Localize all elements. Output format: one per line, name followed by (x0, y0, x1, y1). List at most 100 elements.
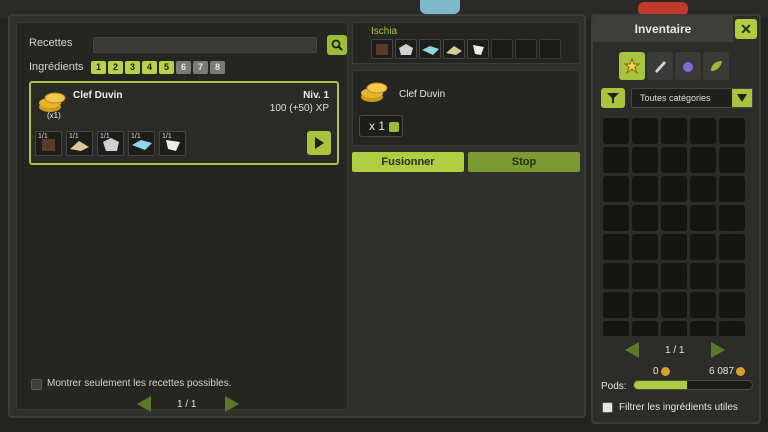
prev-page-arrow-icon[interactable] (137, 396, 151, 412)
ingredient-count-filter: 1 2 3 4 5 6 7 8 (91, 61, 225, 74)
recipes-pane: Recettes Ingrédients 1 2 3 4 5 6 7 8 (x1… (16, 22, 348, 412)
ingredient-count-5[interactable]: 5 (159, 61, 174, 74)
tab-favorites-star-icon[interactable] (619, 52, 645, 80)
game-screen: Recettes Ingrédients 1 2 3 4 5 6 7 8 (x1… (0, 0, 768, 432)
coin-icon (660, 366, 670, 376)
inventory-slot[interactable] (632, 292, 658, 318)
inventory-slot[interactable] (603, 234, 629, 260)
inventory-slot[interactable] (661, 176, 687, 202)
ingredient-count-1[interactable]: 1 (91, 61, 106, 74)
recipe-ingredients: 1/1 1/1 1/1 1/1 1/1 (35, 131, 186, 156)
ingredient-count-4[interactable]: 4 (142, 61, 157, 74)
show-possible-checkbox[interactable] (31, 379, 42, 390)
ingredient-count-2[interactable]: 2 (108, 61, 123, 74)
recipe-search-input[interactable] (93, 37, 317, 53)
inventory-slot[interactable] (690, 176, 716, 202)
ingredient-wood-icon[interactable]: 1/1 (35, 131, 62, 156)
inventory-slot[interactable] (719, 147, 745, 173)
inventory-slot[interactable] (632, 205, 658, 231)
result-quantity-field[interactable]: x 1 (359, 115, 403, 137)
inventory-slot[interactable] (661, 147, 687, 173)
inventory-slot[interactable] (632, 263, 658, 289)
ingredient-count-8[interactable]: 8 (210, 61, 225, 74)
inventory-slot[interactable] (603, 321, 629, 336)
tab-consumables-potion-icon[interactable] (675, 52, 701, 80)
close-button[interactable]: ✕ (735, 19, 757, 39)
inventory-slot[interactable] (690, 321, 716, 336)
inventory-slot[interactable] (690, 234, 716, 260)
inventory-slot[interactable] (719, 176, 745, 202)
inventory-slot[interactable] (690, 205, 716, 231)
inventory-slot[interactable] (603, 176, 629, 202)
coin-icon (736, 366, 746, 376)
fusion-pane: Ischia Clef Duvin x 1 Fusionner Stop (352, 22, 580, 410)
ingredient-cloth-icon[interactable]: 1/1 (66, 131, 93, 156)
inventory-slot[interactable] (632, 234, 658, 260)
inventory-slot[interactable] (603, 147, 629, 173)
pods-label: Pods: (601, 381, 627, 392)
ingredient-count-3[interactable]: 3 (125, 61, 140, 74)
ingredient-count-7[interactable]: 7 (193, 61, 208, 74)
inventory-slot[interactable] (719, 292, 745, 318)
category-select[interactable]: Toutes catégories (631, 88, 753, 108)
slot-stone-icon[interactable] (395, 39, 417, 59)
craft-recipe-button[interactable] (307, 131, 331, 155)
inventory-slot[interactable] (661, 263, 687, 289)
inventory-slot[interactable] (690, 263, 716, 289)
inventory-slot[interactable] (632, 118, 658, 144)
slot-cloth-icon[interactable] (443, 39, 465, 59)
inventory-slot[interactable] (690, 292, 716, 318)
inventory-slot[interactable] (719, 321, 745, 336)
quantity-edit-icon[interactable] (389, 122, 399, 132)
inventory-window: Inventaire ✕ Toutes catégories 1 / 1 0 6… (591, 14, 761, 424)
inventory-slot[interactable] (603, 263, 629, 289)
inventory-slot[interactable] (690, 118, 716, 144)
stop-button[interactable]: Stop (468, 152, 580, 172)
slot-wood-icon[interactable] (371, 39, 393, 59)
ingredient-crystal-icon[interactable]: 1/1 (128, 131, 155, 156)
inventory-slot[interactable] (603, 292, 629, 318)
pods-fill (634, 381, 688, 389)
inventory-slot[interactable] (661, 205, 687, 231)
recipe-xp: 100 (+50) XP (269, 103, 329, 114)
filter-funnel-icon[interactable] (601, 88, 625, 108)
recipes-label: Recettes (29, 37, 73, 49)
filter-useful-checkbox[interactable] (602, 402, 613, 413)
search-icon (331, 39, 343, 51)
slot-feather-icon[interactable] (467, 39, 489, 59)
slot-empty[interactable] (539, 39, 561, 59)
inventory-slot[interactable] (661, 118, 687, 144)
prev-page-arrow-icon[interactable] (625, 342, 639, 358)
inventory-slot[interactable] (719, 263, 745, 289)
inventory-slot[interactable] (632, 321, 658, 336)
inventory-slot[interactable] (603, 205, 629, 231)
inventory-slot[interactable] (719, 205, 745, 231)
inventory-slot[interactable] (690, 147, 716, 173)
recipe-quantity: (x1) (47, 111, 61, 120)
ingredient-stone-icon[interactable]: 1/1 (97, 131, 124, 156)
ingredients-label: Ingrédients (29, 61, 84, 73)
recipe-name: Clef Duvin (73, 90, 123, 101)
tab-resources-leaf-icon[interactable] (703, 52, 729, 80)
kamas-right: 6 087 (709, 366, 746, 377)
inventory-slot[interactable] (632, 176, 658, 202)
inventory-slot[interactable] (719, 118, 745, 144)
tab-equipment-sword-icon[interactable] (647, 52, 673, 80)
inventory-slot[interactable] (661, 321, 687, 336)
inventory-slot[interactable] (603, 118, 629, 144)
recipe-entry[interactable]: (x1) Clef Duvin Niv. 1 100 (+50) XP 1/1 … (29, 81, 339, 165)
next-page-arrow-icon[interactable] (225, 396, 239, 412)
search-button[interactable] (327, 35, 347, 55)
inventory-slot[interactable] (632, 147, 658, 173)
ingredient-count-6[interactable]: 6 (176, 61, 191, 74)
inventory-slot[interactable] (661, 234, 687, 260)
slot-empty[interactable] (491, 39, 513, 59)
slot-empty[interactable] (515, 39, 537, 59)
inventory-slot[interactable] (661, 292, 687, 318)
next-page-arrow-icon[interactable] (711, 342, 725, 358)
ingredient-feather-icon[interactable]: 1/1 (159, 131, 186, 156)
kamas-left: 0 (653, 366, 670, 377)
inventory-slot[interactable] (719, 234, 745, 260)
slot-crystal-icon[interactable] (419, 39, 441, 59)
fuse-button[interactable]: Fusionner (352, 152, 464, 172)
